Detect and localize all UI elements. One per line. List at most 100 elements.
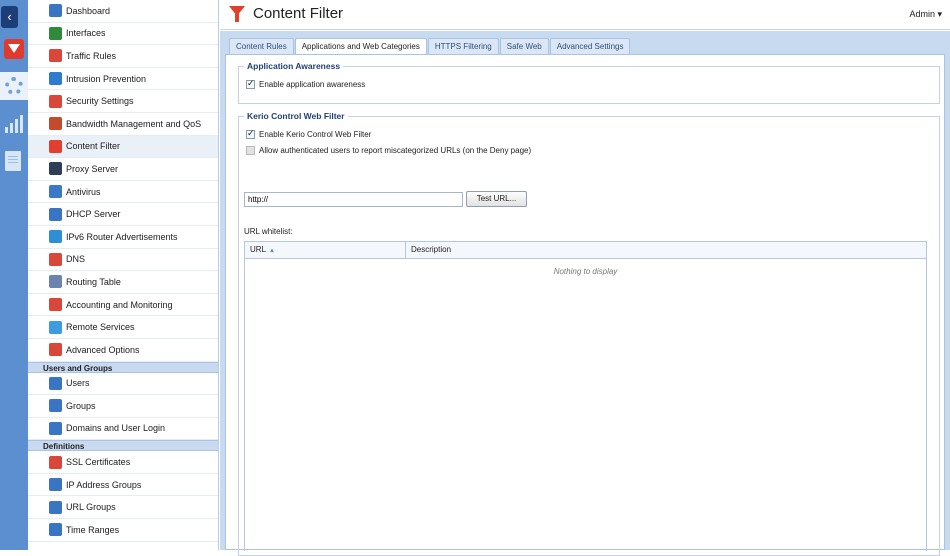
url-whitelist-grid: URL ▲ Description Nothing to display: [244, 241, 927, 551]
sidebar-item-label: Antivirus: [66, 186, 101, 197]
sidebar-item-label: Accounting and Monitoring: [66, 299, 173, 310]
sidebar-item-users[interactable]: Users: [28, 373, 218, 396]
url-column-label: URL: [250, 245, 267, 254]
sort-ascending-icon: ▲: [269, 248, 275, 254]
section-legend: Kerio Control Web Filter: [244, 111, 348, 121]
kerio-logo-icon[interactable]: [4, 39, 24, 59]
funnel-icon: [49, 139, 62, 153]
sidebar-item-label: Proxy Server: [66, 163, 119, 174]
page-title: Content Filter: [253, 5, 344, 22]
sidebar-item-url-groups[interactable]: URL Groups: [28, 496, 218, 520]
sidebar-item-label: Traffic Rules: [66, 50, 117, 61]
sidebar-item-accounting-and-monitoring[interactable]: Accounting and Monitoring: [28, 294, 218, 317]
funnel-icon: [229, 6, 245, 22]
sidebar-item-interfaces[interactable]: Interfaces: [28, 23, 218, 46]
sidebar-item-label: DNS: [66, 254, 86, 265]
logs-icon[interactable]: [5, 151, 21, 171]
sidebar-item-label: IPv6 Router Advertisements: [66, 231, 178, 242]
tab-https-filtering[interactable]: HTTPS Filtering: [427, 38, 499, 54]
sidebar-item-label: Content Filter: [66, 141, 121, 152]
checkbox-label: Enable Kerio Control Web Filter: [259, 130, 372, 139]
user-icon: [49, 376, 62, 390]
sidebar-item-dashboard[interactable]: Dashboard: [28, 0, 218, 23]
sidebar-item-antivirus[interactable]: Antivirus: [28, 181, 218, 204]
admin-label: Admin: [909, 9, 935, 19]
clock-icon: [49, 523, 62, 537]
sidebar-item-ipv6-router-advertisements[interactable]: IPv6 Router Advertisements: [28, 226, 218, 249]
sidebar-item-proxy-server[interactable]: Proxy Server: [28, 158, 218, 181]
sidebar-item-traffic-rules[interactable]: Traffic Rules: [28, 45, 218, 68]
section-legend: Application Awareness: [244, 61, 344, 71]
dns-icon: [49, 252, 62, 266]
sidebar-item-label: Interfaces: [66, 28, 106, 39]
sidebar-item-label: Advanced Options: [66, 344, 140, 355]
tab-safe-web[interactable]: Safe Web: [499, 38, 549, 54]
advanced-options-icon: [49, 343, 62, 357]
sidebar-item-content-filter[interactable]: Content Filter: [28, 135, 218, 159]
tab-advanced-settings[interactable]: Advanced Settings: [549, 38, 631, 54]
sidebar-item-advanced-options[interactable]: Advanced Options: [28, 339, 218, 362]
admin-menu[interactable]: Admin ▾: [909, 9, 942, 20]
antivirus-icon: [49, 185, 62, 199]
security-settings-icon: [49, 94, 62, 108]
empty-grid-message: Nothing to display: [553, 267, 618, 276]
sidebar-item-label: URL Groups: [66, 502, 116, 513]
tab-content-rules[interactable]: Content Rules: [229, 38, 294, 54]
certificate-icon: [49, 455, 62, 469]
application-awareness-section: Application Awareness Enable application…: [238, 61, 940, 104]
sidebar-item-label: IP Address Groups: [66, 479, 142, 490]
test-url-button[interactable]: Test URL...: [466, 191, 527, 207]
enable-web-filter-row[interactable]: Enable Kerio Control Web Filter: [246, 128, 372, 139]
enable-app-awareness-checkbox[interactable]: [246, 78, 255, 89]
sidebar-item-groups[interactable]: Groups: [28, 395, 218, 418]
statistics-icon[interactable]: [5, 115, 23, 133]
sidebar-heading-definitions: Definitions: [28, 440, 218, 452]
report-urls-checkbox[interactable]: [246, 146, 255, 155]
sidebar-item-label: Bandwidth Management and QoS: [66, 118, 202, 129]
enable-web-filter-checkbox[interactable]: [246, 128, 255, 139]
sidebar-item-ssl-certificates[interactable]: SSL Certificates: [28, 451, 218, 474]
tab-panel: Application Awareness Enable application…: [225, 54, 945, 556]
sidebar: Dashboard Interfaces Traffic Rules Intrusio…: [28, 0, 219, 550]
remote-services-icon: [49, 320, 62, 334]
accounting-icon: [49, 298, 62, 312]
interfaces-icon: [49, 26, 62, 40]
sidebar-item-dns[interactable]: DNS: [28, 249, 218, 272]
url-column-header[interactable]: URL ▲: [245, 242, 406, 258]
sidebar-item-label: Routing Table: [66, 276, 121, 287]
page-header: Content Filter Admin ▾: [220, 0, 950, 30]
sidebar-item-label: Remote Services: [66, 322, 135, 333]
ip-address-groups-icon: [49, 478, 62, 492]
bandwidth-icon: [49, 117, 62, 131]
main-area: Content Rules Applications and Web Categ…: [220, 31, 950, 556]
description-column-header[interactable]: Description: [406, 242, 451, 258]
sidebar-item-domains-and-user-login[interactable]: Domains and User Login: [28, 418, 218, 441]
sidebar-heading-users-and-groups: Users and Groups: [28, 361, 218, 373]
traffic-rules-icon: [49, 49, 62, 63]
sidebar-item-ip-address-groups[interactable]: IP Address Groups: [28, 474, 218, 497]
proxy-icon: [49, 162, 62, 176]
url-whitelist-label: URL whitelist:: [244, 227, 293, 236]
back-icon[interactable]: ‹: [1, 6, 18, 28]
sidebar-item-remote-services[interactable]: Remote Services: [28, 316, 218, 339]
app-rail: ‹: [0, 0, 28, 550]
tab-bar: Content Rules Applications and Web Categ…: [229, 38, 631, 54]
sidebar-item-label: Time Ranges: [66, 524, 120, 535]
tab-applications-web-categories[interactable]: Applications and Web Categories: [294, 38, 427, 54]
dashboard-icon: [49, 4, 62, 18]
sidebar-item-label: SSL Certificates: [66, 457, 131, 468]
sidebar-item-time-ranges[interactable]: Time Ranges: [28, 519, 218, 542]
test-url-input[interactable]: [244, 192, 463, 207]
sidebar-item-bandwidth-management-and-qos[interactable]: Bandwidth Management and QoS: [28, 113, 218, 136]
gear-icon[interactable]: [5, 77, 23, 95]
sidebar-item-dhcp-server[interactable]: DHCP Server: [28, 203, 218, 226]
ipv6-icon: [49, 230, 62, 244]
report-urls-row[interactable]: Allow authenticated users to report misc…: [246, 146, 531, 155]
sidebar-item-security-settings[interactable]: Security Settings: [28, 90, 218, 113]
sidebar-item-routing-table[interactable]: Routing Table: [28, 271, 218, 294]
sidebar-item-intrusion-prevention[interactable]: Intrusion Prevention: [28, 68, 218, 91]
enable-app-awareness-row[interactable]: Enable application awareness: [246, 78, 365, 89]
shield-icon: [49, 72, 62, 86]
checkbox-label: Allow authenticated users to report misc…: [259, 146, 532, 155]
dhcp-icon: [49, 207, 62, 221]
